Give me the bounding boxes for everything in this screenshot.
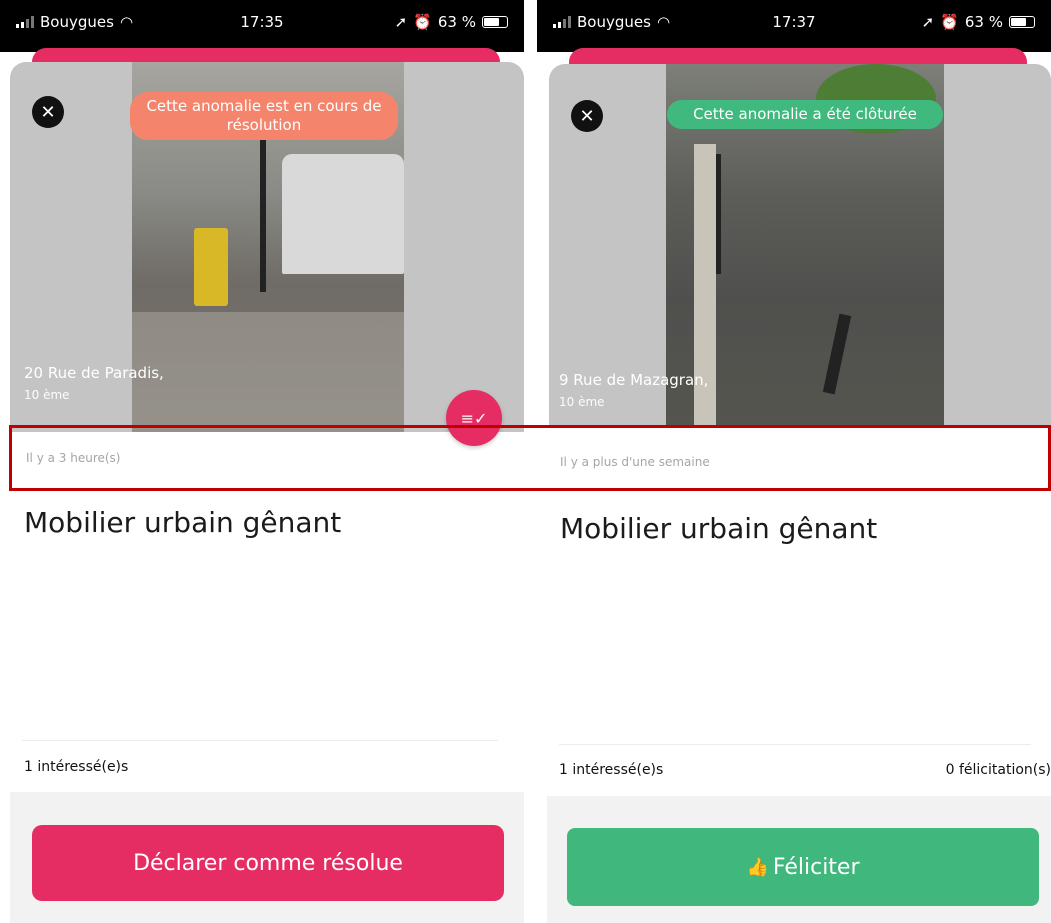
photo-pole bbox=[260, 122, 266, 292]
battery-indicator: ➚ ⏰ 63 % bbox=[395, 12, 508, 32]
list-check-button[interactable]: ≡✓ bbox=[446, 390, 502, 446]
interested-count: 1 intéressé(e)s bbox=[24, 759, 129, 775]
anomaly-photo-panel: ✕ Cette anomalie est en cours de résolut… bbox=[10, 62, 524, 432]
alarm-icon: ⏰ bbox=[413, 13, 432, 31]
address-district: 10 ème bbox=[559, 395, 605, 409]
divider bbox=[559, 744, 1031, 745]
photo-mailbox bbox=[194, 228, 228, 306]
battery-indicator: ➚ ⏰ 63 % bbox=[922, 12, 1035, 32]
battery-percent: 63 % bbox=[437, 13, 476, 31]
congratulate-button[interactable]: 👍 Féliciter bbox=[567, 828, 1039, 906]
status-banner: Cette anomalie est en cours de résolutio… bbox=[130, 92, 398, 140]
photo-fallen-bollard bbox=[822, 313, 852, 395]
status-bar: Bouygues ◠ 17:35 ➚ ⏰ 63 % bbox=[0, 0, 524, 52]
anomaly-title: Mobilier urbain gênant bbox=[24, 506, 342, 539]
address-block: 20 Rue de Paradis, 10 ème bbox=[24, 364, 164, 403]
divider bbox=[22, 740, 498, 741]
interested-count: 1 intéressé(e)s bbox=[559, 762, 664, 778]
congratulate-label: Féliciter bbox=[772, 854, 860, 880]
close-icon: ✕ bbox=[579, 105, 595, 127]
anomaly-title: Mobilier urbain gênant bbox=[560, 512, 878, 545]
location-arrow-icon: ➚ bbox=[921, 13, 935, 31]
status-bar: Bouygues ◠ 17:37 ➚ ⏰ 63 % bbox=[537, 0, 1051, 52]
phone-in-progress: Bouygues ◠ 17:35 ➚ ⏰ 63 % ✕ Cette anomal… bbox=[0, 0, 524, 923]
phone-closed: Bouygues ◠ 17:37 ➚ ⏰ 63 % ✕ Cette anomal… bbox=[537, 0, 1051, 923]
photo-sidewalk bbox=[132, 312, 404, 432]
declare-resolved-button[interactable]: Déclarer comme résolue bbox=[32, 825, 504, 901]
time-ago: Il y a 3 heure(s) bbox=[26, 451, 121, 465]
thumbs-up-icon: 👍 bbox=[746, 856, 769, 878]
photo-van bbox=[282, 154, 404, 274]
close-button[interactable]: ✕ bbox=[32, 96, 64, 128]
list-check-icon: ≡✓ bbox=[460, 408, 488, 428]
battery-percent: 63 % bbox=[964, 13, 1003, 31]
address-district: 10 ème bbox=[24, 388, 70, 402]
battery-icon bbox=[482, 16, 508, 28]
status-banner: Cette anomalie a été clôturée bbox=[667, 100, 943, 129]
photo-bollard bbox=[716, 154, 721, 274]
battery-icon bbox=[1009, 16, 1035, 28]
alarm-icon: ⏰ bbox=[940, 13, 959, 31]
anomaly-photo-panel: ✕ Cette anomalie a été clôturée 9 Rue de… bbox=[549, 64, 1051, 426]
location-arrow-icon: ➚ bbox=[394, 13, 408, 31]
address-block: 9 Rue de Mazagran, 10 ème bbox=[559, 371, 708, 410]
congratulations-count: 0 félicitation(s) bbox=[945, 762, 1051, 778]
screenshot-comparison: Bouygues ◠ 17:35 ➚ ⏰ 63 % ✕ Cette anomal… bbox=[0, 0, 1051, 923]
time-ago: Il y a plus d'une semaine bbox=[560, 455, 710, 469]
address-street: 20 Rue de Paradis, bbox=[24, 364, 164, 382]
close-button[interactable]: ✕ bbox=[571, 100, 603, 132]
address-street: 9 Rue de Mazagran, bbox=[559, 371, 709, 389]
declare-resolved-label: Déclarer comme résolue bbox=[133, 850, 403, 876]
close-icon: ✕ bbox=[40, 101, 56, 123]
